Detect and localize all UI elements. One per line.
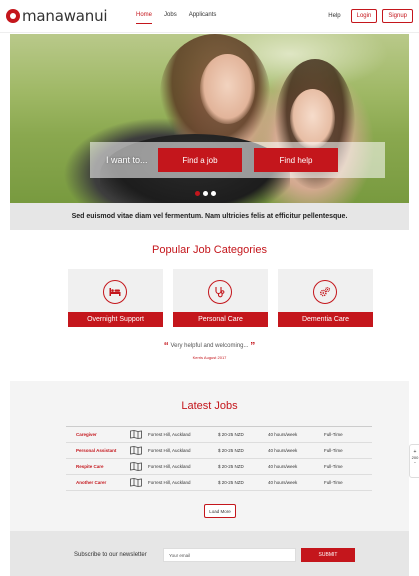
carousel-dots (195, 191, 216, 196)
category-label: Personal Care (173, 312, 268, 327)
load-more-button[interactable]: Load More (204, 504, 236, 518)
job-hours: 40 hours/week (268, 448, 298, 453)
job-hours: 40 hours/week (268, 480, 298, 485)
category-card-personal-care[interactable]: Personal Care (173, 269, 268, 327)
tagline: Sed euismod vitae diam vel fermentum. Na… (10, 203, 409, 230)
zoom-out-icon[interactable]: - (410, 460, 419, 466)
gears-icon (313, 280, 337, 304)
jobs-table: Caregiver Forrest Hill, Auckland $ 20-25… (66, 426, 372, 491)
nav-home[interactable]: Home (136, 12, 153, 24)
help-link[interactable]: Help (328, 13, 340, 19)
login-button[interactable]: Login (350, 9, 378, 23)
job-location: Forrest Hill, Auckland (148, 480, 191, 485)
category-card-dementia-care[interactable]: Dementia Care (278, 269, 373, 327)
job-row[interactable]: Personal Assistant Forrest Hill, Aucklan… (66, 443, 372, 459)
main-nav: Home Jobs Applicants (136, 12, 216, 24)
job-title[interactable]: Respite Care (66, 464, 130, 469)
zoom-control[interactable]: + 200 - (409, 444, 419, 478)
job-hours: 40 hours/week (268, 432, 298, 437)
stethoscope-icon (208, 280, 232, 304)
testimonial-author: Kerris August 2017 (192, 355, 227, 360)
logo-mark-icon (6, 9, 20, 23)
testimonial: “ Very helpful and welcoming... ” (0, 341, 419, 352)
latest-jobs-section: Latest Jobs Caregiver Forrest Hill, Auck… (10, 381, 409, 531)
job-type: Full-Time (324, 432, 343, 437)
nav-jobs[interactable]: Jobs (164, 12, 177, 24)
job-row[interactable]: Another Carer Forrest Hill, Auckland $ 2… (66, 475, 372, 491)
job-title[interactable]: Caregiver (66, 432, 130, 437)
close-quote-icon: ” (250, 341, 256, 352)
newsletter-email-input[interactable]: Your email (163, 548, 296, 562)
category-label: Overnight Support (68, 312, 163, 327)
categories-title: Popular Job Categories (152, 244, 267, 256)
map-icon (130, 446, 148, 455)
hero-photo-detail (200, 54, 255, 124)
job-type: Full-Time (324, 464, 343, 469)
logo[interactable]: manawanui (6, 7, 108, 25)
job-title[interactable]: Personal Assistant (66, 448, 130, 453)
hero-search-panel: I want to... Find a job Find help (90, 142, 385, 178)
carousel-dot[interactable] (211, 191, 216, 196)
carousel-dot[interactable] (195, 191, 200, 196)
job-pay: $ 20-25 NZD (218, 432, 244, 437)
jobs-title: Latest Jobs (181, 400, 238, 412)
hero-banner: I want to... Find a job Find help (10, 34, 409, 203)
nav-applicants[interactable]: Applicants (189, 12, 217, 24)
job-pay: $ 20-25 NZD (218, 464, 244, 469)
category-card-overnight-support[interactable]: Overnight Support (68, 269, 163, 327)
map-icon (130, 430, 148, 439)
logo-text: manawanui (22, 7, 108, 25)
signup-button[interactable]: Signup (382, 9, 413, 23)
job-pay: $ 20-25 NZD (218, 480, 244, 485)
map-icon (130, 462, 148, 471)
find-job-button[interactable]: Find a job (158, 148, 242, 172)
job-pay: $ 20-25 NZD (218, 448, 244, 453)
account-nav: Help Login Signup (328, 9, 413, 23)
newsletter-label: Subscribe to our newsletter (74, 552, 147, 558)
carousel-dot[interactable] (203, 191, 208, 196)
job-title[interactable]: Another Carer (66, 480, 130, 485)
map-icon (130, 478, 148, 487)
hero-photo-detail (290, 89, 335, 149)
open-quote-icon: “ (163, 341, 169, 352)
category-label: Dementia Care (278, 312, 373, 327)
job-hours: 40 hours/week (268, 464, 298, 469)
job-row[interactable]: Respite Care Forrest Hill, Auckland $ 20… (66, 459, 372, 475)
job-location: Forrest Hill, Auckland (148, 432, 191, 437)
bed-icon (103, 280, 127, 304)
testimonial-quote: Very helpful and welcoming... (170, 343, 249, 349)
newsletter-section: Subscribe to our newsletter Your email S… (10, 531, 409, 576)
job-row[interactable]: Caregiver Forrest Hill, Auckland $ 20-25… (66, 427, 372, 443)
find-help-button[interactable]: Find help (254, 148, 338, 172)
site-header: manawanui Home Jobs Applicants Help Logi… (0, 0, 419, 33)
job-location: Forrest Hill, Auckland (148, 464, 191, 469)
newsletter-submit-button[interactable]: SUBMIT (301, 548, 355, 562)
want-label: I want to... (106, 155, 148, 165)
job-type: Full-Time (324, 480, 343, 485)
job-location: Forrest Hill, Auckland (148, 448, 191, 453)
job-type: Full-Time (324, 448, 343, 453)
